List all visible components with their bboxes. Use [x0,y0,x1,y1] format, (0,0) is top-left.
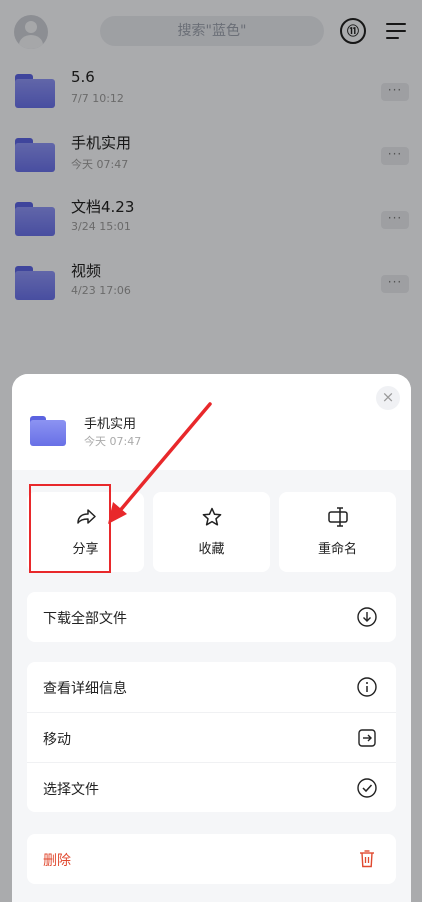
select-files-label: 选择文件 [43,782,99,798]
details-label: 查看详细信息 [43,681,127,697]
folder-icon [30,416,66,446]
favorite-label: 收藏 [198,542,225,557]
delete-group: 删除 [27,834,396,884]
rename-label: 重命名 [317,542,357,557]
check-circle-icon [356,777,378,799]
download-group: 下载全部文件 [27,592,396,642]
info-icon [356,676,378,698]
sheet-file-date: 今天 07:47 [84,435,142,448]
move-item[interactable]: 移动 [27,712,396,762]
rename-button[interactable]: 重命名 [279,492,396,572]
details-item[interactable]: 查看详细信息 [27,662,396,712]
sheet-header: 手机实用 今天 07:47 × [12,374,411,470]
download-all-item[interactable]: 下载全部文件 [27,592,396,642]
options-group: 查看详细信息 移动 选择文件 [27,662,396,812]
sheet-file-name: 手机实用 [84,417,137,432]
select-files-item[interactable]: 选择文件 [27,762,396,812]
download-icon [356,606,378,628]
favorite-button[interactable]: 收藏 [153,492,270,572]
close-button[interactable]: × [376,386,400,410]
move-icon [356,727,378,749]
file-action-sheet: 手机实用 今天 07:47 × 分享 收藏 重命名 下载全部文件 查看详细信息 [12,374,411,902]
highlight-box [29,484,111,573]
star-icon [153,506,270,528]
move-label: 移动 [43,732,71,748]
delete-item[interactable]: 删除 [27,834,396,884]
delete-label: 删除 [43,853,71,869]
trash-icon [356,848,378,870]
rename-icon [279,506,396,528]
download-all-label: 下载全部文件 [43,611,127,627]
